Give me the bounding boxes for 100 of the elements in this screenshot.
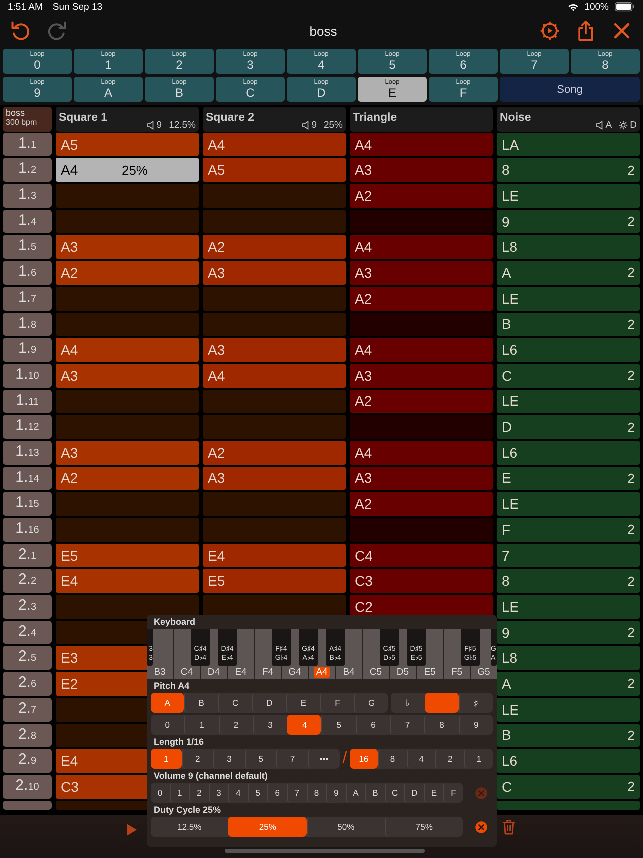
note-cell[interactable]: LA xyxy=(497,132,640,156)
empty-cell[interactable] xyxy=(203,184,346,208)
note-cell[interactable]: A4 xyxy=(56,338,199,362)
row-label[interactable]: 1.15 xyxy=(3,492,52,516)
note-cell[interactable]: C 2 xyxy=(497,774,640,799)
empty-cell[interactable] xyxy=(203,312,346,336)
note-cell[interactable]: A2 xyxy=(350,286,493,310)
piano-key[interactable]: C4 xyxy=(174,666,200,679)
note-cell[interactable]: A3 xyxy=(56,235,199,260)
empty-cell[interactable] xyxy=(56,415,199,439)
accidental-button[interactable] xyxy=(424,693,459,713)
note-cell[interactable]: LE xyxy=(497,492,640,516)
empty-cell[interactable] xyxy=(497,800,640,810)
volume-button[interactable]: A xyxy=(346,783,366,803)
note-cell[interactable]: A5 xyxy=(56,132,199,156)
note-cell[interactable]: LE xyxy=(497,184,640,208)
note-cell[interactable]: A3 xyxy=(203,466,346,490)
length-button[interactable]: 8 xyxy=(378,749,407,769)
row-label[interactable]: 1.14 xyxy=(3,466,52,490)
piano-key[interactable]: D4 xyxy=(201,666,227,679)
channel-header[interactable]: Triangle xyxy=(350,107,493,132)
note-cell[interactable]: B 2 xyxy=(497,724,640,748)
note-cell[interactable]: A3 xyxy=(203,338,346,362)
length-button[interactable]: ••• xyxy=(308,749,340,769)
note-cell[interactable]: A2 xyxy=(203,440,346,465)
row-label[interactable]: 1.11 xyxy=(3,390,52,414)
note-cell[interactable]: A2 xyxy=(203,235,346,260)
note-cell[interactable]: A4 xyxy=(350,440,493,465)
row-label[interactable]: 1.12 xyxy=(3,415,52,439)
undo-icon[interactable] xyxy=(10,20,32,42)
empty-cell[interactable] xyxy=(56,286,199,310)
note-button[interactable]: A xyxy=(151,693,184,713)
octave-button[interactable]: 4 xyxy=(287,715,322,735)
row-label[interactable]: 2.1 xyxy=(3,544,52,568)
row-label[interactable]: 2.9 xyxy=(3,749,52,773)
length-button[interactable]: 2 xyxy=(435,749,464,769)
length-button[interactable]: 7 xyxy=(276,749,308,769)
length-button[interactable]: 1 xyxy=(151,749,182,769)
piano-key[interactable]: E5 xyxy=(417,666,443,679)
note-cell[interactable]: L6 xyxy=(497,749,640,773)
note-button[interactable]: G xyxy=(354,693,388,713)
empty-cell[interactable] xyxy=(350,518,493,542)
volume-button[interactable]: 7 xyxy=(286,783,306,803)
note-cell[interactable]: A2 xyxy=(56,261,199,285)
piano-key[interactable]: F5 xyxy=(444,666,470,679)
octave-button[interactable]: 6 xyxy=(356,715,390,735)
volume-button[interactable]: F xyxy=(443,783,463,803)
note-cell[interactable]: A4 25% xyxy=(56,158,199,182)
song-button[interactable]: Song xyxy=(500,77,640,102)
row-label[interactable]: 1.2 xyxy=(3,158,52,182)
note-cell[interactable]: A 2 xyxy=(497,672,640,696)
octave-button[interactable]: 8 xyxy=(424,715,459,735)
length-button[interactable]: 16 xyxy=(350,749,378,769)
note-cell[interactable]: L8 xyxy=(497,646,640,670)
row-label[interactable]: 1.16 xyxy=(3,518,52,542)
note-cell[interactable]: A2 xyxy=(56,466,199,490)
row-label[interactable]: 2.6 xyxy=(3,672,52,696)
note-cell[interactable]: A4 xyxy=(203,364,346,388)
note-cell[interactable]: F 2 xyxy=(497,518,640,542)
note-cell[interactable]: A 2 xyxy=(497,261,640,285)
piano-key[interactable]: F4 xyxy=(255,666,281,679)
note-cell[interactable]: LE xyxy=(497,698,640,722)
channel-header[interactable]: Square 1 9 12.5% xyxy=(56,107,199,132)
note-cell[interactable]: E5 xyxy=(56,544,199,568)
empty-cell[interactable] xyxy=(56,210,199,234)
volume-button[interactable]: 3 xyxy=(208,783,228,803)
note-cell[interactable]: A2 xyxy=(350,184,493,208)
row-label[interactable]: 1.6 xyxy=(3,261,52,285)
note-cell[interactable]: A3 xyxy=(350,261,493,285)
accidental-button[interactable]: ♯ xyxy=(458,693,493,713)
row-label[interactable]: 2.2 xyxy=(3,569,52,594)
note-cell[interactable]: 7 xyxy=(497,544,640,568)
note-cell[interactable]: A3 xyxy=(350,364,493,388)
note-cell[interactable]: A3 xyxy=(56,440,199,465)
note-cell[interactable]: A4 xyxy=(350,132,493,156)
note-cell[interactable]: B 2 xyxy=(497,312,640,336)
row-label[interactable]: 2.3 xyxy=(3,595,52,619)
note-cell[interactable]: E4 xyxy=(56,569,199,594)
row-label[interactable]: 1.8 xyxy=(3,312,52,336)
volume-button[interactable]: 1 xyxy=(170,783,190,803)
channel-header[interactable]: Square 2 9 25% xyxy=(203,107,346,132)
volume-button[interactable]: E xyxy=(424,783,444,803)
empty-cell[interactable] xyxy=(203,390,346,414)
note-button[interactable]: B xyxy=(184,693,218,713)
note-cell[interactable]: A3 xyxy=(56,364,199,388)
length-button[interactable]: 3 xyxy=(213,749,245,769)
octave-button[interactable]: 7 xyxy=(390,715,424,735)
volume-button[interactable]: B xyxy=(365,783,385,803)
piano-key[interactable]: C5 xyxy=(363,666,389,679)
note-cell[interactable]: L6 xyxy=(497,338,640,362)
octave-button[interactable]: 9 xyxy=(458,715,493,735)
empty-cell[interactable] xyxy=(203,210,346,234)
note-cell[interactable]: A4 xyxy=(350,338,493,362)
piano-key[interactable]: G4 xyxy=(282,666,308,679)
duty-button[interactable]: 25% xyxy=(228,817,306,837)
note-cell[interactable]: A4 xyxy=(203,132,346,156)
row-label[interactable]: 1.10 xyxy=(3,364,52,388)
row-label[interactable]: 1.7 xyxy=(3,286,52,310)
volume-button[interactable]: 9 xyxy=(326,783,346,803)
row-label[interactable]: 2.7 xyxy=(3,698,52,722)
